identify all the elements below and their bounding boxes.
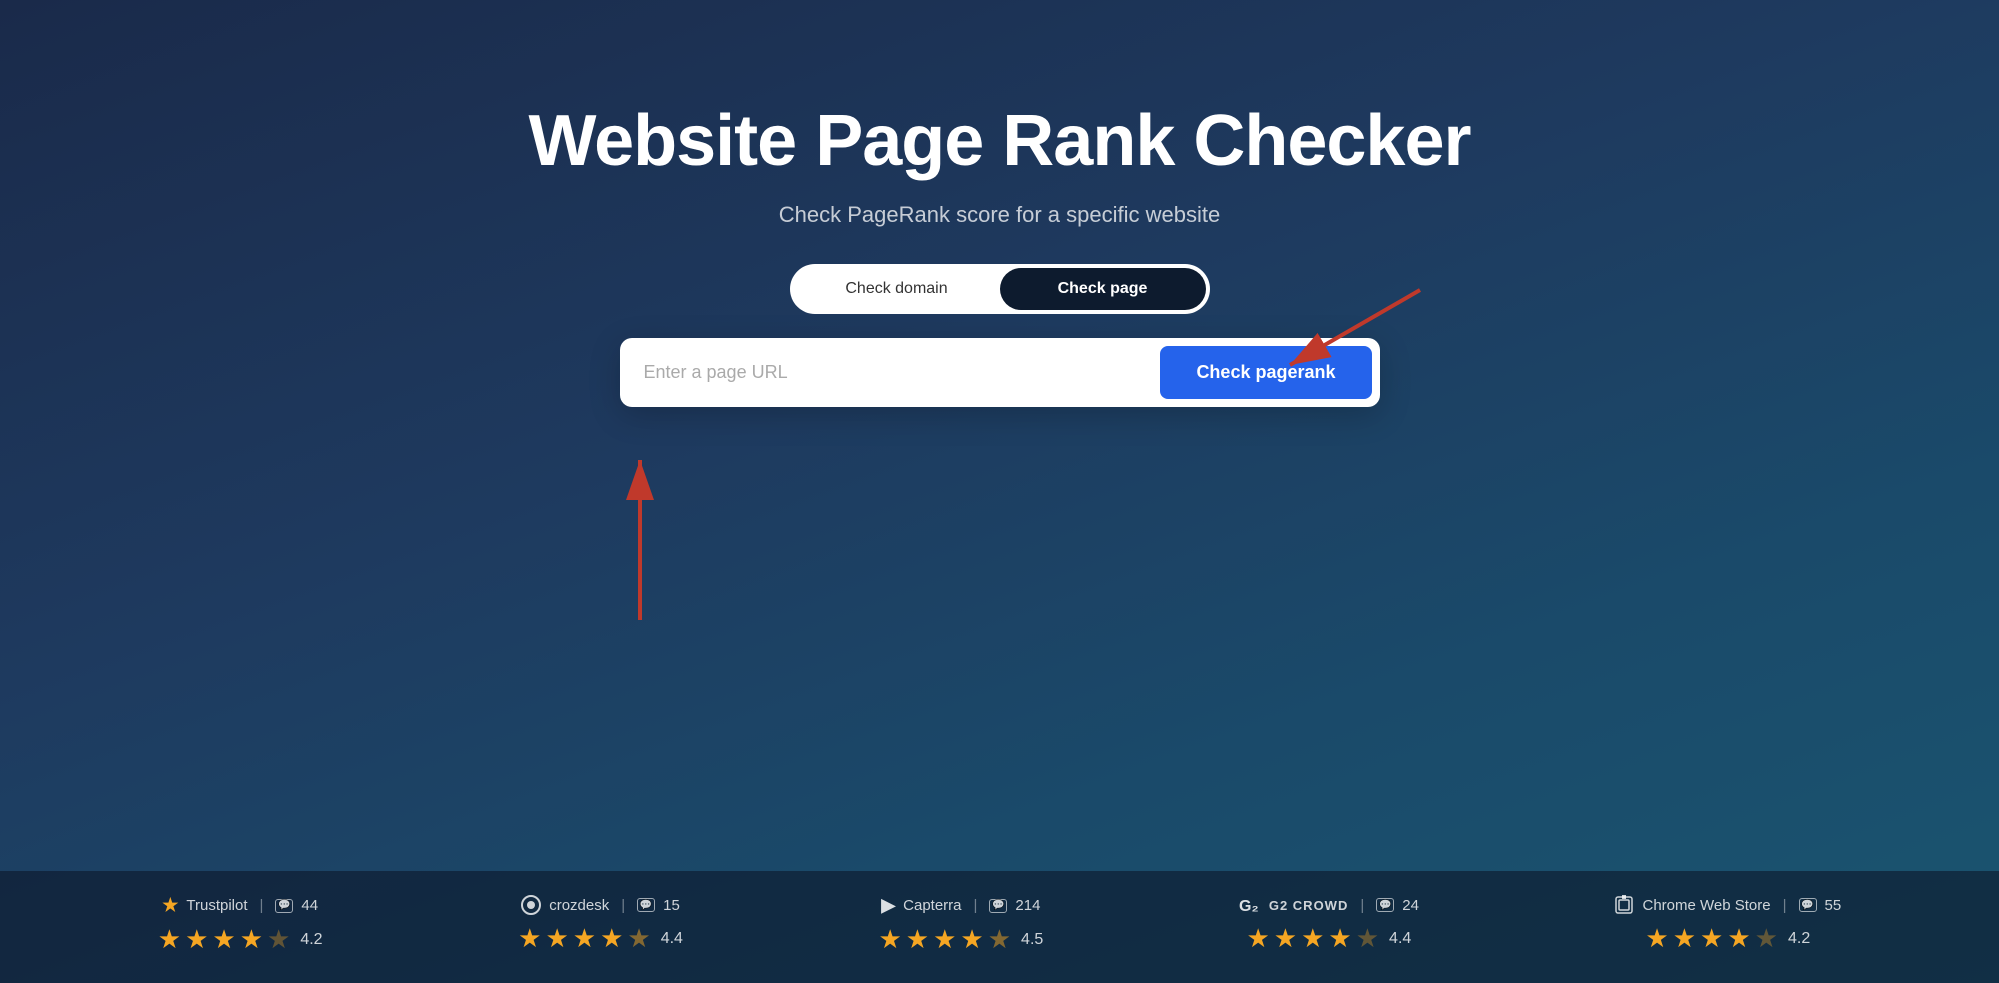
comment-icon-crozdesk: 💬 [637,898,655,912]
rating-chrome: Chrome Web Store | 💬 55 ★ ★ ★ ★ ★ 4.2 [1614,895,1841,954]
comment-icon-g2crowd: 💬 [1376,898,1394,912]
url-input[interactable] [644,352,1161,393]
page-title: Website Page Rank Checker [528,100,1470,182]
crozdesk-icon [521,895,541,915]
capterra-stars: ★ ★ ★ ★ ★ 4.5 [878,924,1043,955]
rating-crozdesk: crozdesk | 💬 15 ★ ★ ★ ★ ★ 4.4 [518,895,683,954]
capterra-count: 214 [1015,897,1040,914]
trustpilot-stars: ★ ★ ★ ★ ★ 4.2 [158,924,323,955]
trustpilot-icon: ★ [162,895,178,916]
capterra-icon: ▶ [881,895,895,916]
crozdesk-count: 15 [663,897,680,914]
chrome-label: Chrome Web Store [1642,897,1770,914]
tab-check-domain[interactable]: Check domain [794,268,1000,310]
crozdesk-label: crozdesk [549,897,609,914]
search-box: Check pagerank [620,338,1380,407]
chrome-count: 55 [1825,897,1842,914]
tab-switcher: Check domain Check page [790,264,1210,314]
chrome-stars: ★ ★ ★ ★ ★ 4.2 [1645,923,1810,954]
g2crowd-icon: G₂ [1239,895,1261,915]
g2crowd-count: 24 [1402,897,1419,914]
trustpilot-count: 44 [301,897,318,914]
rating-capterra: ▶ Capterra | 💬 214 ★ ★ ★ ★ ★ 4.5 [878,895,1043,955]
rating-trustpilot: ★ Trustpilot | 💬 44 ★ ★ ★ ★ ★ 4.2 [158,895,323,955]
trustpilot-label: Trustpilot [186,897,247,914]
comment-icon-chrome: 💬 [1799,898,1817,912]
rating-g2crowd: G₂ G2 CROWD | 💬 24 ★ ★ ★ ★ ★ 4.4 [1239,895,1419,954]
g2crowd-label: G2 CROWD [1269,898,1349,913]
check-pagerank-button[interactable]: Check pagerank [1160,346,1371,399]
g2crowd-stars: ★ ★ ★ ★ ★ 4.4 [1246,923,1411,954]
tab-check-page[interactable]: Check page [1000,268,1206,310]
page-subtitle: Check PageRank score for a specific webs… [779,202,1220,228]
capterra-label: Capterra [903,897,961,914]
comment-icon-trustpilot: 💬 [275,899,293,913]
ratings-bar: ★ Trustpilot | 💬 44 ★ ★ ★ ★ ★ 4.2 crozde… [0,871,1999,983]
comment-icon-capterra: 💬 [989,899,1007,913]
svg-text:G₂: G₂ [1239,898,1259,915]
chrome-icon [1614,895,1634,915]
crozdesk-stars: ★ ★ ★ ★ ★ 4.4 [518,923,683,954]
